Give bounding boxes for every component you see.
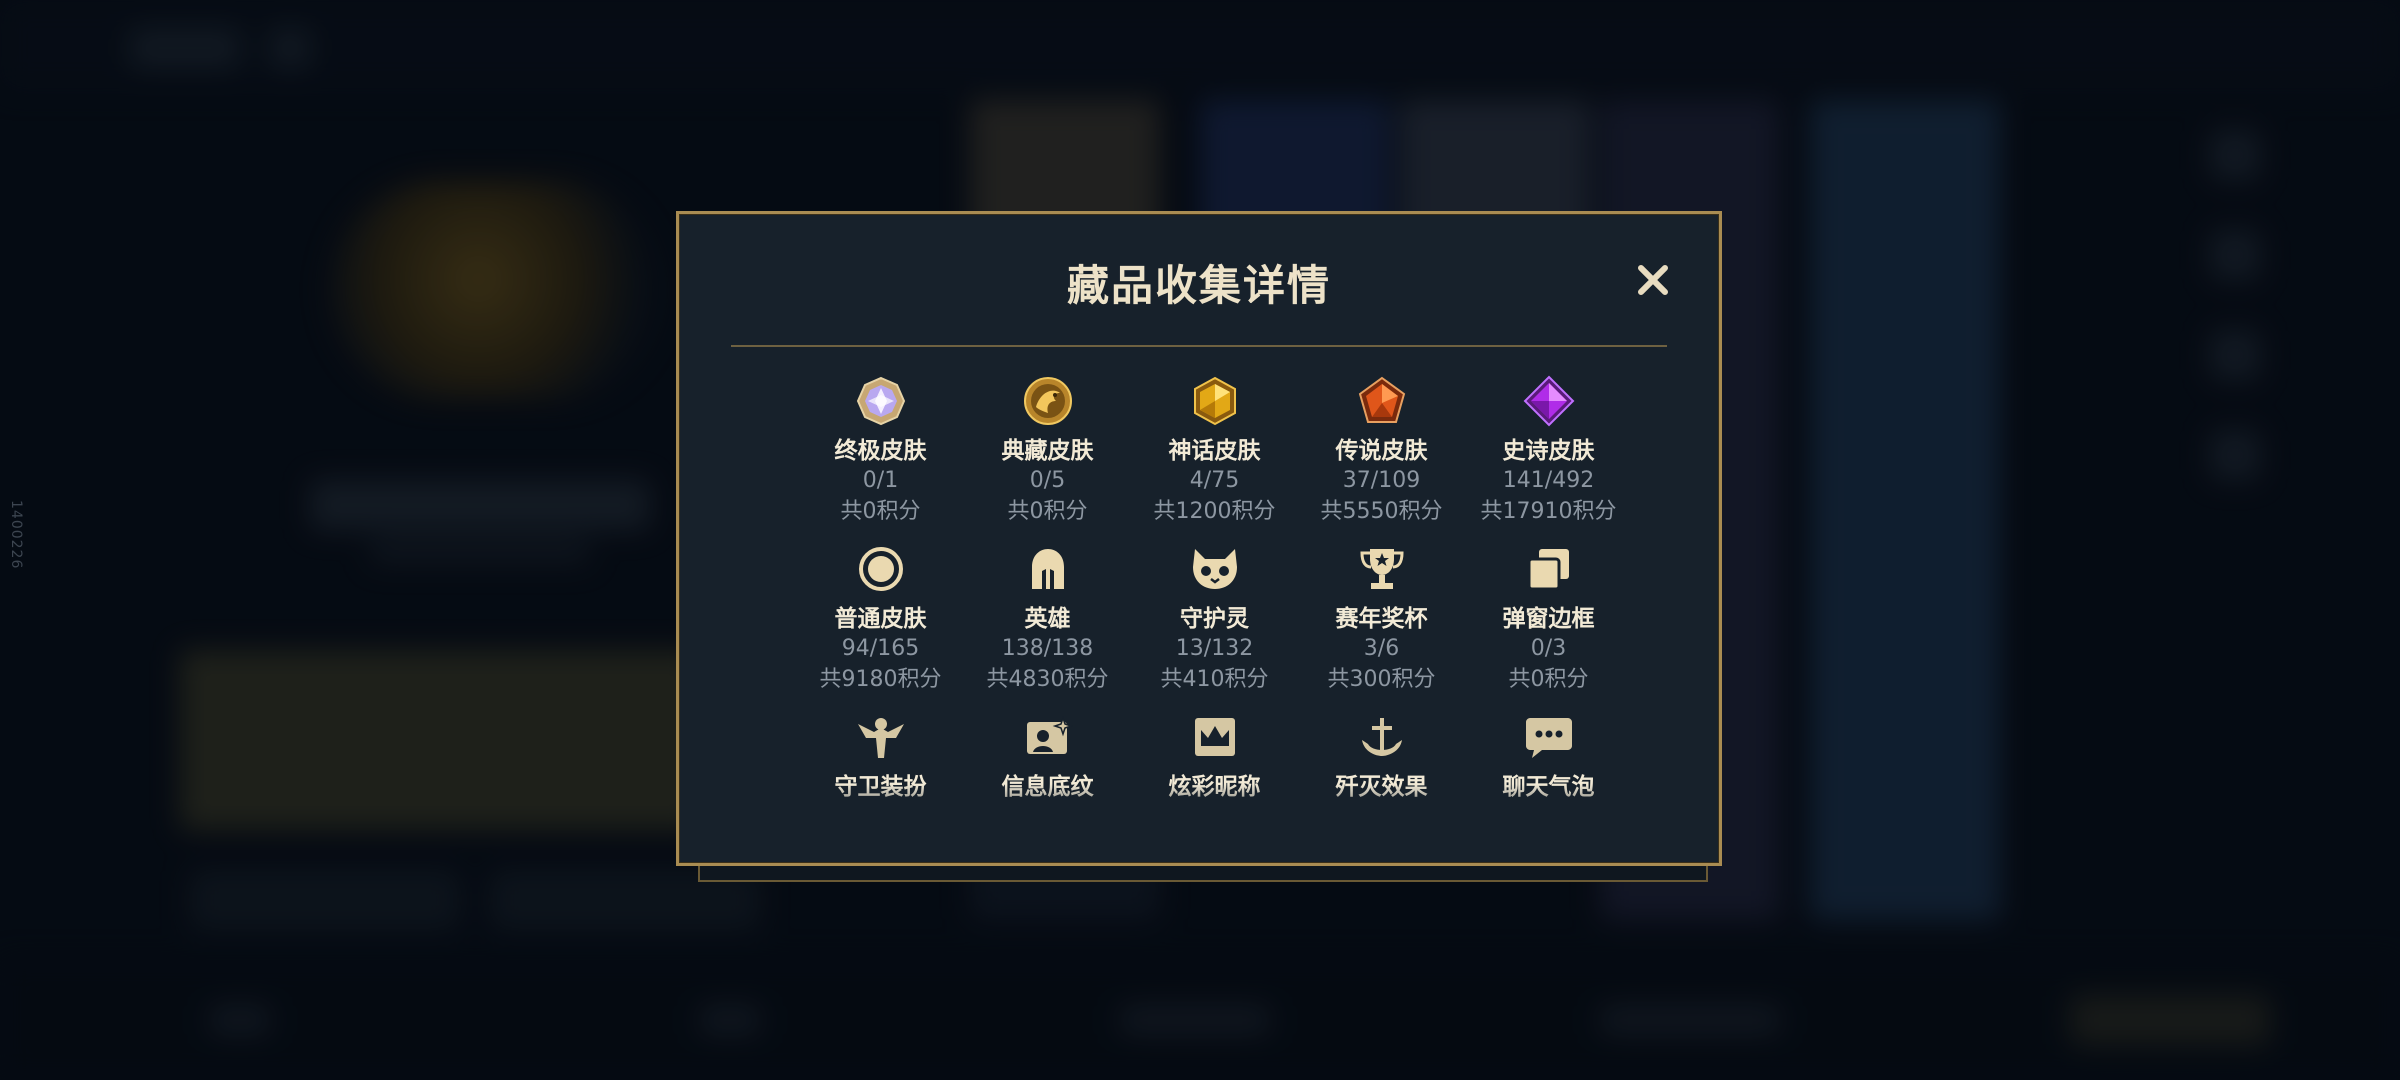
collection-item-points: 共0积分 <box>1508 667 1589 692</box>
collection-item-count: 13/132 <box>1175 636 1254 661</box>
collection-item-name: 聊天气泡 <box>1502 774 1595 800</box>
side-code: 1400226 <box>8 500 24 570</box>
collection-item-count: 141/492 <box>1502 468 1595 493</box>
dragon-medallion-icon <box>1021 374 1075 428</box>
collection-item-name: 歼灭效果 <box>1335 774 1428 800</box>
close-button[interactable] <box>1631 258 1675 302</box>
collection-item[interactable]: 神话皮肤 4/75 共1200积分 <box>1131 374 1298 528</box>
chat-bubble-icon <box>1522 710 1576 764</box>
legendary-gem-icon <box>1355 374 1409 428</box>
collection-item-count: 3/6 <box>1363 636 1400 661</box>
collection-item-count: 0/1 <box>862 468 899 493</box>
collection-item-name: 守护灵 <box>1180 606 1249 632</box>
collection-item-points: 共9180积分 <box>819 667 942 692</box>
collection-item-points: 共410积分 <box>1160 667 1269 692</box>
collection-item-name: 普通皮肤 <box>834 606 927 632</box>
collection-item-name: 史诗皮肤 <box>1502 438 1595 464</box>
collection-item-points: 共4830积分 <box>986 667 1109 692</box>
collection-item-points: 共1200积分 <box>1153 499 1276 524</box>
collection-item[interactable]: 炫彩昵称 <box>1131 710 1298 802</box>
ring-icon <box>854 542 908 596</box>
collection-item-name: 神话皮肤 <box>1168 438 1261 464</box>
collection-item[interactable]: 弹窗边框 0/3 共0积分 <box>1465 542 1632 696</box>
collection-details-modal: 藏品收集详情 终极皮肤 0/1 共0积分 典藏皮肤 0/5 共0积分 神话皮肤 … <box>676 211 1722 866</box>
trophy-icon <box>1355 542 1409 596</box>
collection-item-count: 4/75 <box>1189 468 1240 493</box>
collection-item-count: 138/138 <box>1001 636 1094 661</box>
collection-item[interactable]: 守卫装扮 <box>797 710 964 802</box>
collection-item-name: 信息底纹 <box>1001 774 1094 800</box>
collection-item[interactable]: 典藏皮肤 0/5 共0积分 <box>964 374 1131 528</box>
collection-item[interactable]: 信息底纹 <box>964 710 1131 802</box>
collection-item[interactable]: 聊天气泡 <box>1465 710 1632 802</box>
collection-item-name: 赛年奖杯 <box>1335 606 1428 632</box>
collection-item-name: 弹窗边框 <box>1502 606 1595 632</box>
collection-item-name: 炫彩昵称 <box>1168 774 1261 800</box>
guardian-face-icon <box>1188 542 1242 596</box>
collection-item-points: 共17910积分 <box>1480 499 1617 524</box>
collection-item[interactable]: 赛年奖杯 3/6 共300积分 <box>1298 542 1465 696</box>
collection-item[interactable]: 传说皮肤 37/109 共5550积分 <box>1298 374 1465 528</box>
collection-item-count: 0/5 <box>1029 468 1066 493</box>
mythic-gem-icon <box>1188 374 1242 428</box>
collection-item-name: 传说皮肤 <box>1335 438 1428 464</box>
helmet-icon <box>1021 542 1075 596</box>
collection-item-points: 共300积分 <box>1327 667 1436 692</box>
modal-title: 藏品收集详情 <box>1066 261 1331 310</box>
collection-item-count: 0/3 <box>1530 636 1567 661</box>
collection-item-name: 典藏皮肤 <box>1001 438 1094 464</box>
collection-item-points: 共0积分 <box>840 499 921 524</box>
collection-item[interactable]: 英雄 138/138 共4830积分 <box>964 542 1131 696</box>
card-sparkle-icon <box>1021 710 1075 764</box>
collection-item[interactable]: 史诗皮肤 141/492 共17910积分 <box>1465 374 1632 528</box>
collection-item[interactable]: 歼灭效果 <box>1298 710 1465 802</box>
title-divider <box>731 345 1667 347</box>
collection-item-count: 94/165 <box>841 636 920 661</box>
collection-item-name: 英雄 <box>1024 606 1071 632</box>
collection-item-points: 共0积分 <box>1007 499 1088 524</box>
close-icon <box>1638 265 1668 295</box>
collection-item[interactable]: 普通皮肤 94/165 共9180积分 <box>797 542 964 696</box>
anchor-icon <box>1355 710 1409 764</box>
collection-item[interactable]: 守护灵 13/132 共410积分 <box>1131 542 1298 696</box>
collection-item-name: 守卫装扮 <box>834 774 927 800</box>
frame-stack-icon <box>1522 542 1576 596</box>
collection-grid: 终极皮肤 0/1 共0积分 典藏皮肤 0/5 共0积分 神话皮肤 4/75 共1… <box>797 374 1632 802</box>
ultimate-gem-icon <box>854 374 908 428</box>
collection-item[interactable]: 终极皮肤 0/1 共0积分 <box>797 374 964 528</box>
collection-item-count: 37/109 <box>1342 468 1421 493</box>
crown-card-icon <box>1188 710 1242 764</box>
collection-item-points: 共5550积分 <box>1320 499 1443 524</box>
epic-gem-icon <box>1522 374 1576 428</box>
collection-item-name: 终极皮肤 <box>834 438 927 464</box>
ward-icon <box>854 710 908 764</box>
